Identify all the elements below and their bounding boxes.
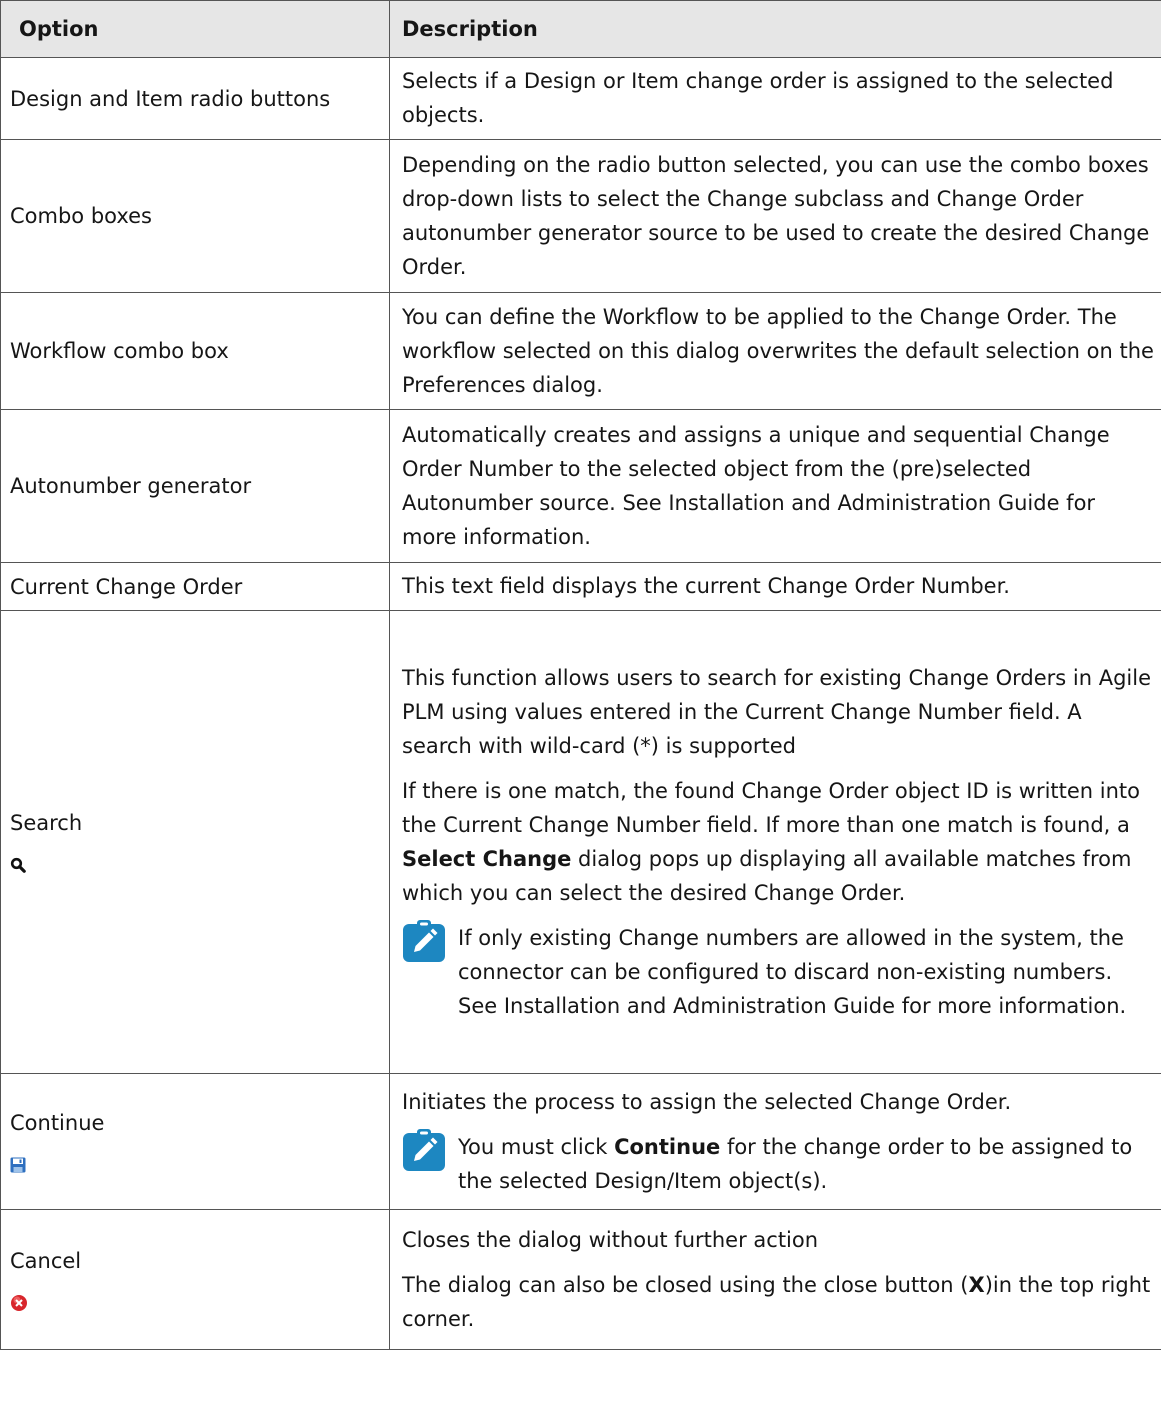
column-header-description: Description bbox=[389, 0, 1161, 58]
option-cell: Search bbox=[0, 610, 390, 1074]
description-cell: Automatically creates and assigns a uniq… bbox=[389, 409, 1161, 563]
table-row: Design and Item radio buttons Selects if… bbox=[0, 57, 1161, 140]
search-icon bbox=[10, 857, 26, 873]
table-header-row: Option Description bbox=[0, 0, 1161, 58]
cancel-icon bbox=[11, 1294, 27, 1311]
description-text: The dialog can also be closed using the … bbox=[402, 1268, 1155, 1336]
options-table: Option Description Design and Item radio… bbox=[0, 0, 1161, 1350]
note-text: If only existing Change numbers are allo… bbox=[458, 925, 1127, 1018]
note: If only existing Change numbers are allo… bbox=[402, 919, 1155, 1023]
text-run: The dialog can also be closed using the … bbox=[402, 1272, 969, 1297]
description-text: This function allows users to search for… bbox=[402, 665, 1151, 758]
description-text: This text field displays the current Cha… bbox=[402, 574, 1010, 598]
option-label: Search bbox=[10, 811, 83, 835]
description-text: If there is one match, the found Change … bbox=[402, 774, 1155, 910]
note-text: You must click Continue for the change o… bbox=[458, 1130, 1155, 1198]
text-run: You must click bbox=[458, 1134, 615, 1159]
description-cell: This text field displays the current Cha… bbox=[389, 562, 1161, 611]
description-text: Closes the dialog without further action bbox=[402, 1227, 819, 1252]
option-cell: Current Change Order bbox=[0, 562, 390, 611]
description-cell: Initiates the process to assign the sele… bbox=[389, 1073, 1161, 1210]
option-label: Cancel bbox=[10, 1248, 82, 1273]
table-row: Continue Initiates the process to assign… bbox=[0, 1073, 1161, 1210]
option-cell: Cancel bbox=[0, 1209, 390, 1350]
description-text: Depending on the radio button selected, … bbox=[402, 152, 1150, 279]
option-cell: Continue bbox=[0, 1073, 390, 1210]
text-run: If there is one match, the found Change … bbox=[402, 778, 1141, 837]
description-text: Initiates the process to assign the sele… bbox=[402, 1089, 1012, 1114]
table-row: Cancel Closes the dialog without further… bbox=[0, 1209, 1161, 1350]
table-row: Current Change Order This text field dis… bbox=[0, 562, 1161, 611]
option-cell: Workflow combo box bbox=[0, 292, 390, 410]
description-cell: This function allows users to search for… bbox=[389, 610, 1161, 1074]
dialog-name: Select Change bbox=[402, 846, 572, 871]
option-cell: Design and Item radio buttons bbox=[0, 57, 390, 140]
description-cell: Selects if a Design or Item change order… bbox=[389, 57, 1161, 140]
description-text: You can define the Workflow to be applie… bbox=[402, 304, 1154, 397]
option-cell: Autonumber generator bbox=[0, 409, 390, 563]
save-icon bbox=[10, 1157, 26, 1172]
description-text: Selects if a Design or Item change order… bbox=[402, 69, 1114, 127]
table-row: Autonumber generator Automatically creat… bbox=[0, 409, 1161, 563]
description-cell: Closes the dialog without further action… bbox=[389, 1209, 1161, 1350]
note-pencil-icon bbox=[403, 919, 445, 962]
close-button-label: X bbox=[968, 1272, 985, 1297]
note: You must click Continue for the change o… bbox=[402, 1128, 1155, 1198]
table-row: Combo boxes Depending on the radio butto… bbox=[0, 139, 1161, 293]
description-text: Automatically creates and assigns a uniq… bbox=[402, 422, 1110, 549]
option-label: Continue bbox=[10, 1110, 105, 1135]
button-name: Continue bbox=[614, 1134, 721, 1159]
description-cell: You can define the Workflow to be applie… bbox=[389, 292, 1161, 410]
table-row: Search This function allows users to sea… bbox=[0, 610, 1161, 1074]
note-pencil-icon bbox=[403, 1128, 445, 1171]
description-cell: Depending on the radio button selected, … bbox=[389, 139, 1161, 293]
column-header-option: Option bbox=[0, 0, 390, 58]
table-row: Workflow combo box You can define the Wo… bbox=[0, 292, 1161, 410]
option-cell: Combo boxes bbox=[0, 139, 390, 293]
